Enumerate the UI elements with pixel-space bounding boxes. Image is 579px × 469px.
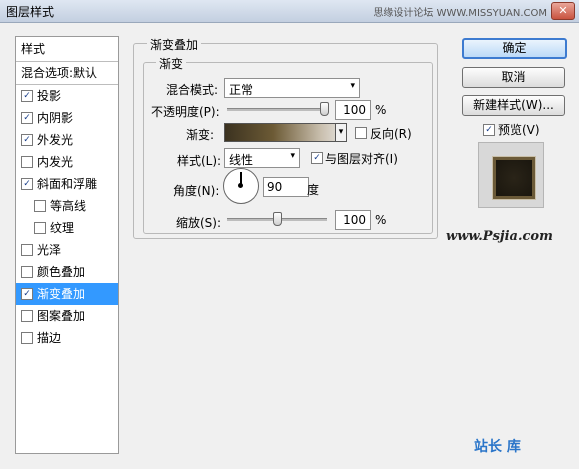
reverse-checkbox[interactable] — [355, 127, 367, 139]
style-item[interactable]: ✓ 投影 — [16, 85, 118, 107]
style-item-label: 纹理 — [50, 221, 75, 235]
style-item[interactable]: ✓ 外发光 — [16, 129, 118, 151]
scale-slider-handle[interactable] — [273, 212, 282, 226]
opacity-unit: % — [375, 103, 387, 117]
style-item-label: 内阴影 — [37, 111, 74, 125]
forum-watermark: 思缘设计论坛 WWW.MISSYUAN.COM — [373, 8, 547, 19]
angle-dial-center — [238, 183, 243, 188]
style-item[interactable]: 颜色叠加 — [16, 261, 118, 283]
blend-options-default[interactable]: 混合选项:默认 — [16, 62, 118, 85]
opacity-slider-handle[interactable] — [320, 102, 329, 116]
site-watermark: www.Psjia.com — [446, 229, 553, 244]
gradient-label: 渐变: — [186, 128, 215, 142]
styles-list: 样式 混合选项:默认 ✓ 投影 ✓ 内阴影 ✓ 外发光内发光 ✓ 斜面和浮雕等高线纹理光泽颜色… — [15, 36, 119, 454]
close-button[interactable]: ✕ — [551, 2, 575, 20]
style-item[interactable]: ✓ 渐变叠加 — [16, 283, 118, 305]
style-item[interactable]: 光泽 — [16, 239, 118, 261]
chevron-down-icon: ▾ — [290, 151, 295, 161]
scale-input[interactable]: 100 — [335, 210, 371, 230]
align-with-layer-label: 与图层对齐(I) — [325, 152, 398, 166]
style-item[interactable]: ✓ 斜面和浮雕 — [16, 173, 118, 195]
style-item[interactable]: 内发光 — [16, 151, 118, 173]
style-label: 样式(L): — [177, 154, 222, 168]
opacity-slider[interactable] — [227, 102, 329, 116]
preview-swatch — [493, 157, 535, 199]
cancel-button[interactable]: 取消 — [462, 67, 565, 88]
angle-input[interactable]: 90 — [263, 177, 309, 197]
scale-slider[interactable] — [227, 212, 327, 226]
style-value: 线性 — [229, 153, 254, 167]
style-item-checkbox[interactable] — [34, 221, 46, 234]
style-item-label: 渐变叠加 — [37, 287, 86, 301]
style-item-checkbox[interactable] — [21, 309, 33, 322]
style-item-checkbox[interactable]: ✓ — [21, 287, 33, 300]
title-bar: 图层样式 思缘设计论坛 WWW.MISSYUAN.COM ✕ — [0, 0, 579, 23]
style-item-checkbox[interactable]: ✓ — [21, 133, 33, 146]
angle-dial[interactable] — [223, 168, 259, 204]
reverse-label: 反向(R) — [370, 127, 412, 141]
style-item-label: 外发光 — [37, 133, 74, 147]
style-select[interactable]: 线性 ▾ — [224, 148, 300, 168]
style-item-label: 光泽 — [37, 243, 62, 257]
angle-unit: 度 — [307, 183, 320, 197]
style-item-checkbox[interactable] — [34, 199, 46, 212]
blend-mode-value: 正常 — [229, 83, 254, 97]
opacity-track — [227, 108, 329, 111]
style-item[interactable]: ✓ 内阴影 — [16, 107, 118, 129]
scale-label: 缩放(S): — [176, 216, 222, 230]
style-item[interactable]: 等高线 — [16, 195, 118, 217]
style-item-label: 图案叠加 — [37, 309, 86, 323]
style-item-label: 描边 — [37, 331, 62, 345]
style-item-checkbox[interactable] — [21, 155, 33, 168]
opacity-label: 不透明度(P): — [151, 105, 220, 119]
style-item[interactable]: 纹理 — [16, 217, 118, 239]
styles-header[interactable]: 样式 — [16, 37, 118, 62]
style-item-label: 投影 — [37, 89, 62, 103]
blend-mode-select[interactable]: 正常 ▾ — [224, 78, 360, 98]
style-item[interactable]: 图案叠加 — [16, 305, 118, 327]
angle-label: 角度(N): — [173, 184, 220, 198]
preview-checkbox[interactable]: ✓ — [483, 124, 495, 136]
blend-mode-label: 混合模式: — [166, 83, 219, 97]
chevron-down-icon: ▾ — [350, 81, 355, 91]
opacity-input[interactable]: 100 — [335, 100, 371, 120]
style-item-checkbox[interactable] — [21, 265, 33, 278]
ok-button[interactable]: 确定 — [462, 38, 567, 59]
site-logo: 站长 库 — [474, 439, 521, 455]
new-style-button[interactable]: 新建样式(W)... — [462, 95, 565, 116]
align-with-layer-checkbox[interactable]: ✓ — [311, 152, 323, 164]
style-item-label: 颜色叠加 — [37, 265, 86, 279]
style-item[interactable]: 描边 — [16, 327, 118, 349]
style-item-checkbox[interactable]: ✓ — [21, 177, 33, 190]
style-item-checkbox[interactable]: ✓ — [21, 111, 33, 124]
section-title: 渐变叠加 — [147, 36, 202, 53]
style-item-checkbox[interactable] — [21, 331, 33, 344]
style-preview — [478, 142, 544, 208]
style-item-label: 内发光 — [37, 155, 74, 169]
style-item-label: 斜面和浮雕 — [37, 177, 98, 191]
window-title: 图层样式 — [6, 5, 55, 19]
scale-unit: % — [375, 213, 387, 227]
subgroup-title: 渐变 — [156, 55, 187, 72]
gradient-dropdown-icon[interactable]: ▾ — [335, 123, 347, 142]
style-item-checkbox[interactable]: ✓ — [21, 89, 33, 102]
style-item-label: 等高线 — [50, 199, 87, 213]
gradient-picker[interactable] — [224, 123, 346, 142]
style-item-checkbox[interactable] — [21, 243, 33, 256]
preview-label: 预览(V) — [498, 123, 540, 137]
